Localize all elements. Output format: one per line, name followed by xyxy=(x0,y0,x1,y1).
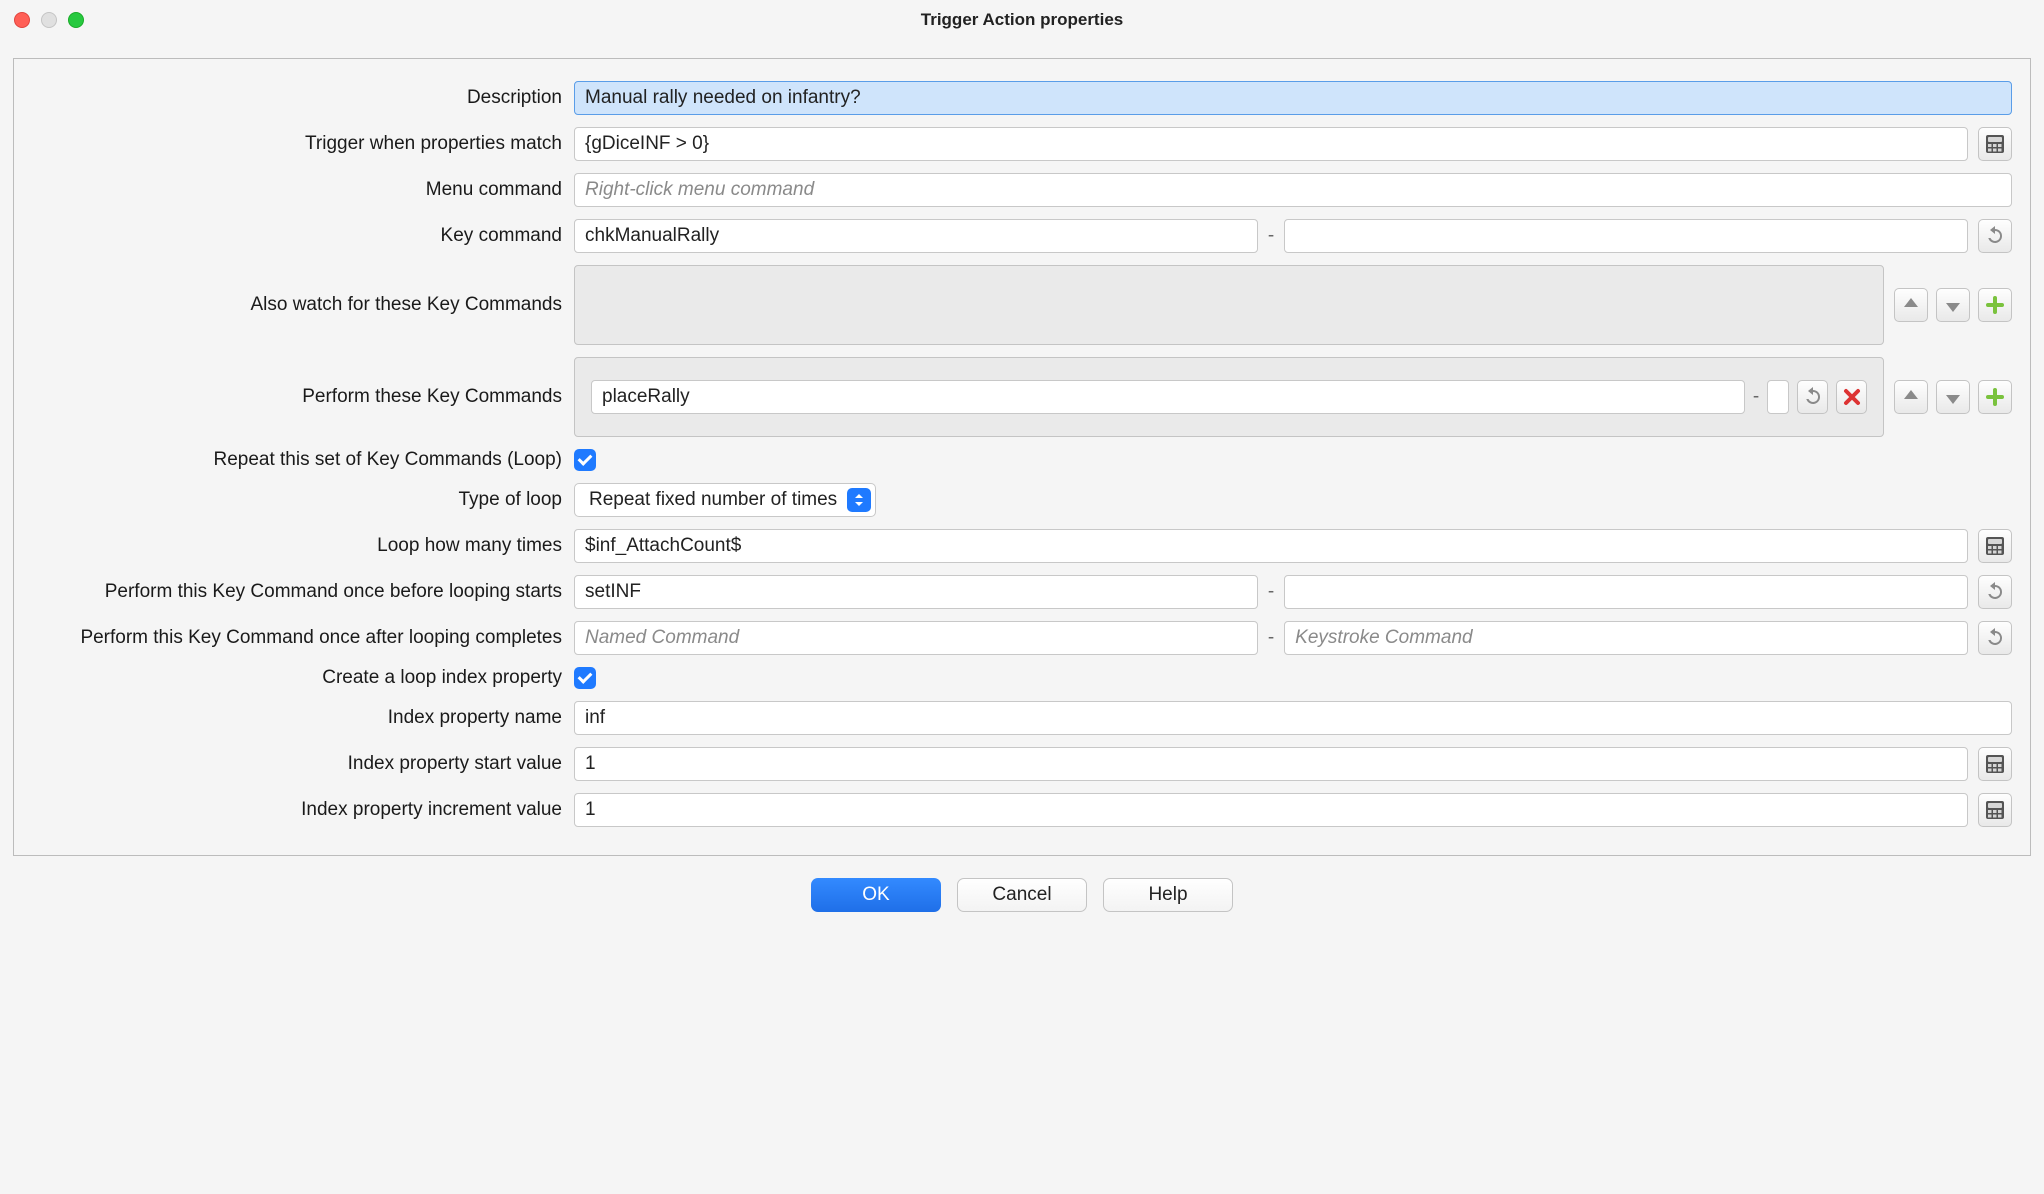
x-icon xyxy=(1841,386,1863,408)
arrow-up-icon xyxy=(1900,294,1922,316)
ok-button[interactable]: OK xyxy=(811,878,941,912)
menu-command-label: Menu command xyxy=(32,179,564,201)
trigger-match-label: Trigger when properties match xyxy=(32,133,564,155)
before-loop-undo-button[interactable] xyxy=(1978,575,2012,609)
window-title: Trigger Action properties xyxy=(0,10,2044,30)
separator-dash: - xyxy=(1268,225,1274,247)
help-button[interactable]: Help xyxy=(1103,878,1233,912)
index-start-label: Index property start value xyxy=(32,753,564,775)
undo-icon xyxy=(1984,581,2006,603)
calculator-icon xyxy=(1984,753,2006,775)
key-command-label: Key command xyxy=(32,225,564,247)
repeat-loop-checkbox[interactable] xyxy=(574,449,596,471)
before-loop-name-input[interactable] xyxy=(574,575,1258,609)
calculator-icon xyxy=(1984,535,2006,557)
undo-icon xyxy=(1984,225,2006,247)
key-command-undo-button[interactable] xyxy=(1978,219,2012,253)
perform-box: - xyxy=(574,357,1884,437)
chevron-updown-icon xyxy=(852,493,866,507)
loop-times-input[interactable] xyxy=(574,529,1968,563)
index-start-expr-button[interactable] xyxy=(1978,747,2012,781)
index-inc-expr-button[interactable] xyxy=(1978,793,2012,827)
create-index-checkbox[interactable] xyxy=(574,667,596,689)
separator-dash: - xyxy=(1753,386,1759,408)
separator-dash: - xyxy=(1268,581,1274,603)
after-loop-undo-button[interactable] xyxy=(1978,621,2012,655)
also-watch-up-button[interactable] xyxy=(1894,288,1928,322)
also-watch-label: Also watch for these Key Commands xyxy=(32,294,564,316)
index-name-label: Index property name xyxy=(32,707,564,729)
index-start-input[interactable] xyxy=(574,747,1968,781)
expression-builder-button[interactable] xyxy=(1978,127,2012,161)
description-input[interactable] xyxy=(574,81,2012,115)
perform-remove-button[interactable] xyxy=(1836,380,1867,414)
plus-icon xyxy=(1984,386,2006,408)
arrow-down-icon xyxy=(1942,386,1964,408)
also-watch-box xyxy=(574,265,1884,345)
loop-times-expr-button[interactable] xyxy=(1978,529,2012,563)
arrow-down-icon xyxy=(1942,294,1964,316)
before-loop-stroke-input[interactable] xyxy=(1284,575,1968,609)
perform-add-button[interactable] xyxy=(1978,380,2012,414)
type-loop-select[interactable]: Repeat fixed number of times xyxy=(574,483,876,517)
also-watch-add-button[interactable] xyxy=(1978,288,2012,322)
type-loop-value: Repeat fixed number of times xyxy=(589,489,837,511)
arrow-up-icon xyxy=(1900,386,1922,408)
plus-icon xyxy=(1984,294,2006,316)
repeat-loop-label: Repeat this set of Key Commands (Loop) xyxy=(32,449,564,471)
after-loop-label: Perform this Key Command once after loop… xyxy=(32,627,564,649)
dropdown-caret xyxy=(847,488,871,512)
also-watch-down-button[interactable] xyxy=(1936,288,1970,322)
type-loop-label: Type of loop xyxy=(32,489,564,511)
index-name-input[interactable] xyxy=(574,701,2012,735)
description-label: Description xyxy=(32,87,564,109)
cancel-button[interactable]: Cancel xyxy=(957,878,1087,912)
perform-down-button[interactable] xyxy=(1936,380,1970,414)
trigger-match-input[interactable] xyxy=(574,127,1968,161)
perform-name-input[interactable] xyxy=(591,380,1745,414)
perform-up-button[interactable] xyxy=(1894,380,1928,414)
after-loop-name-input[interactable] xyxy=(574,621,1258,655)
before-loop-label: Perform this Key Command once before loo… xyxy=(32,581,564,603)
undo-icon xyxy=(1984,627,2006,649)
perform-stroke-input[interactable] xyxy=(1767,380,1789,414)
perform-undo-button[interactable] xyxy=(1797,380,1828,414)
calculator-icon xyxy=(1984,133,2006,155)
index-inc-label: Index property increment value xyxy=(32,799,564,821)
loop-times-label: Loop how many times xyxy=(32,535,564,557)
undo-icon xyxy=(1802,386,1824,408)
calculator-icon xyxy=(1984,799,2006,821)
properties-panel: Description Trigger when properties matc… xyxy=(13,58,2031,856)
create-index-label: Create a loop index property xyxy=(32,667,564,689)
key-command-name-input[interactable] xyxy=(574,219,1258,253)
index-inc-input[interactable] xyxy=(574,793,1968,827)
perform-label: Perform these Key Commands xyxy=(32,386,564,408)
separator-dash: - xyxy=(1268,627,1274,649)
after-loop-stroke-input[interactable] xyxy=(1284,621,1968,655)
key-command-stroke-input[interactable] xyxy=(1284,219,1968,253)
menu-command-input[interactable] xyxy=(574,173,2012,207)
